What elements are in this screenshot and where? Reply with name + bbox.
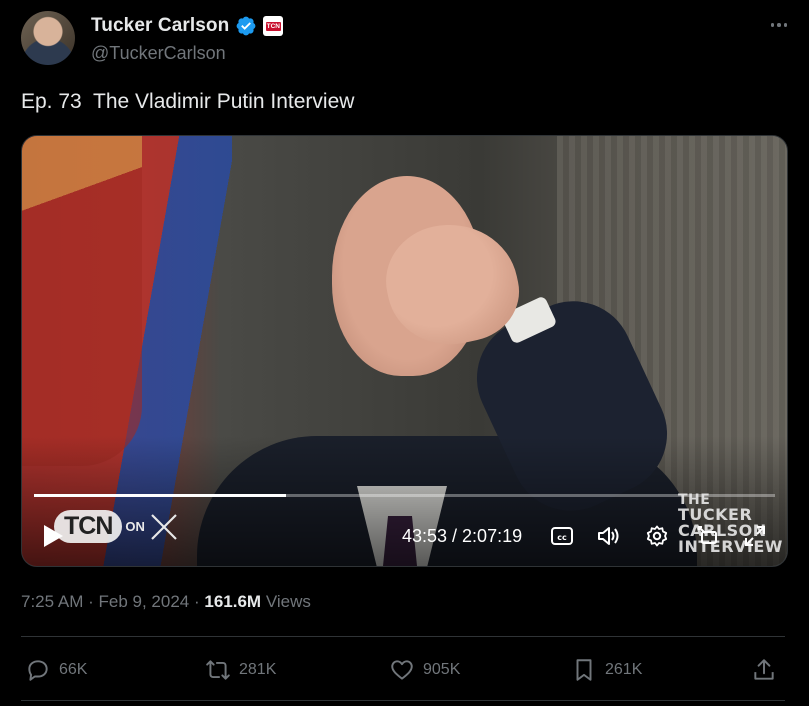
fullscreen-button[interactable] (741, 522, 769, 550)
more-options-icon[interactable] (767, 13, 791, 37)
meta-separator: · (193, 592, 205, 611)
bookmark-count: 261K (605, 661, 643, 678)
reply-count: 66K (59, 661, 88, 678)
tweet-date[interactable]: Feb 9, 2024 (99, 592, 190, 611)
repost-button[interactable]: 281K (205, 652, 276, 688)
bookmark-icon (576, 659, 592, 681)
views-count: 161.6M (204, 592, 262, 611)
author-handle[interactable]: @TuckerCarlson (91, 43, 226, 64)
views-label: Views (265, 592, 311, 611)
tweet-text: Ep. 73 The Vladimir Putin Interview (21, 90, 355, 113)
avatar[interactable] (21, 11, 75, 65)
reply-button[interactable]: 66K (25, 652, 87, 688)
bookmark-button[interactable]: 261K (571, 652, 642, 688)
affiliate-badge-label: TCN (265, 21, 281, 31)
play-button[interactable] (40, 523, 66, 549)
like-button[interactable]: 905K (389, 652, 460, 688)
cast-icon (698, 526, 717, 544)
cast-button[interactable] (694, 522, 722, 550)
share-icon (754, 659, 774, 680)
repost-icon (206, 660, 230, 680)
repost-count: 281K (239, 661, 277, 678)
tweet-header: Tucker Carlson TCN @TuckerCarlson (21, 11, 791, 67)
share-button[interactable] (751, 652, 777, 688)
volume-button[interactable] (595, 522, 623, 550)
closed-captions-icon: cc (551, 527, 573, 545)
author-name-row: Tucker Carlson TCN (91, 15, 284, 37)
tweet-time[interactable]: 7:25 AM (21, 592, 83, 611)
tcn-watermark-on: ON (125, 519, 145, 534)
settings-button[interactable] (643, 522, 671, 550)
divider (21, 636, 785, 637)
volume-icon (598, 527, 619, 545)
fullscreen-icon (745, 526, 765, 546)
gear-icon (646, 525, 668, 547)
like-count: 905K (423, 661, 461, 678)
video-progress-fill (34, 494, 286, 497)
heart-icon (391, 660, 413, 680)
video-frame-flag-emblem (22, 136, 142, 466)
meta-separator: · (88, 592, 99, 611)
author-name[interactable]: Tucker Carlson (91, 15, 229, 37)
play-icon (44, 525, 63, 547)
captions-button[interactable]: cc (548, 522, 576, 550)
reply-icon (28, 660, 48, 681)
video-progress-bar[interactable] (34, 494, 775, 497)
tweet-actions: 66K 281K 905K 261K (21, 652, 785, 688)
verified-badge-icon[interactable] (235, 15, 257, 37)
svg-text:cc: cc (557, 533, 567, 542)
video-time-display: 43:53 / 2:07:19 (402, 526, 523, 546)
divider (21, 700, 785, 701)
affiliate-badge-icon[interactable]: TCN (263, 16, 284, 36)
tcn-on-x-watermark: TCN ON (54, 510, 180, 543)
tweet-meta: 7:25 AM · Feb 9, 2024 · 161.6M Views (21, 592, 311, 612)
x-logo-icon (151, 513, 177, 540)
video-player[interactable]: TCN ON 43:53 / 2:07:19 cc THE TUCKER CAR… (21, 135, 788, 567)
